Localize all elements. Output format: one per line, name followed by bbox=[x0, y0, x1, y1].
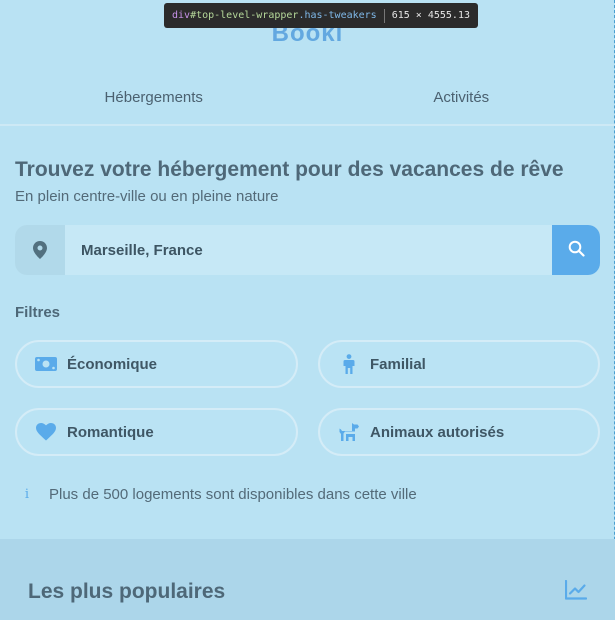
tooltip-size: 615 × 4555.13 bbox=[391, 10, 470, 21]
person-icon bbox=[338, 353, 360, 375]
info-icon: i bbox=[24, 487, 30, 502]
availability-text: Plus de 500 logements sont disponibles d… bbox=[49, 486, 417, 503]
nav-tab-activites[interactable]: Activités bbox=[308, 82, 615, 114]
filters-heading: Filtres bbox=[15, 304, 61, 321]
main-nav: Hébergements Activités bbox=[0, 82, 615, 114]
search-button[interactable] bbox=[552, 225, 600, 275]
popular-section: Les plus populaires bbox=[0, 539, 615, 620]
filter-grid: Économique Familial Romantique Animaux a… bbox=[15, 340, 600, 456]
filter-economique[interactable]: Économique bbox=[15, 340, 298, 388]
filter-romantique[interactable]: Romantique bbox=[15, 408, 298, 456]
filter-label: Familial bbox=[370, 355, 426, 373]
heart-icon bbox=[35, 421, 57, 443]
money-icon bbox=[35, 353, 57, 375]
search-input[interactable] bbox=[65, 225, 552, 275]
availability-info: i Plus de 500 logements sont disponibles… bbox=[15, 486, 600, 503]
map-pin-icon bbox=[15, 225, 65, 275]
trend-chart-icon bbox=[564, 579, 588, 604]
page-title: Trouvez votre hébergement pour des vacan… bbox=[15, 158, 564, 181]
filter-label: Économique bbox=[67, 355, 158, 373]
page-subtitle: En plein centre-ville ou en pleine natur… bbox=[15, 188, 279, 205]
filter-label: Animaux autorisés bbox=[370, 423, 505, 441]
search-bar bbox=[15, 225, 600, 275]
filter-familial[interactable]: Familial bbox=[318, 340, 600, 388]
main-content: Trouvez votre hébergement pour des vacan… bbox=[0, 126, 615, 503]
tooltip-class: .has-tweakers bbox=[298, 10, 377, 21]
devtools-element-tooltip: div #top-level-wrapper .has-tweakers 615 ×… bbox=[164, 3, 478, 28]
nav-tab-hebergements[interactable]: Hébergements bbox=[0, 82, 308, 114]
dog-icon bbox=[338, 421, 360, 443]
popular-title: Les plus populaires bbox=[28, 580, 226, 603]
filter-animaux-autorises[interactable]: Animaux autorisés bbox=[318, 408, 600, 456]
tooltip-divider bbox=[383, 8, 385, 23]
tooltip-tag: div bbox=[172, 10, 191, 21]
search-icon bbox=[568, 240, 585, 260]
tooltip-id: #top-level-wrapper bbox=[190, 10, 299, 21]
filter-label: Romantique bbox=[67, 423, 154, 441]
